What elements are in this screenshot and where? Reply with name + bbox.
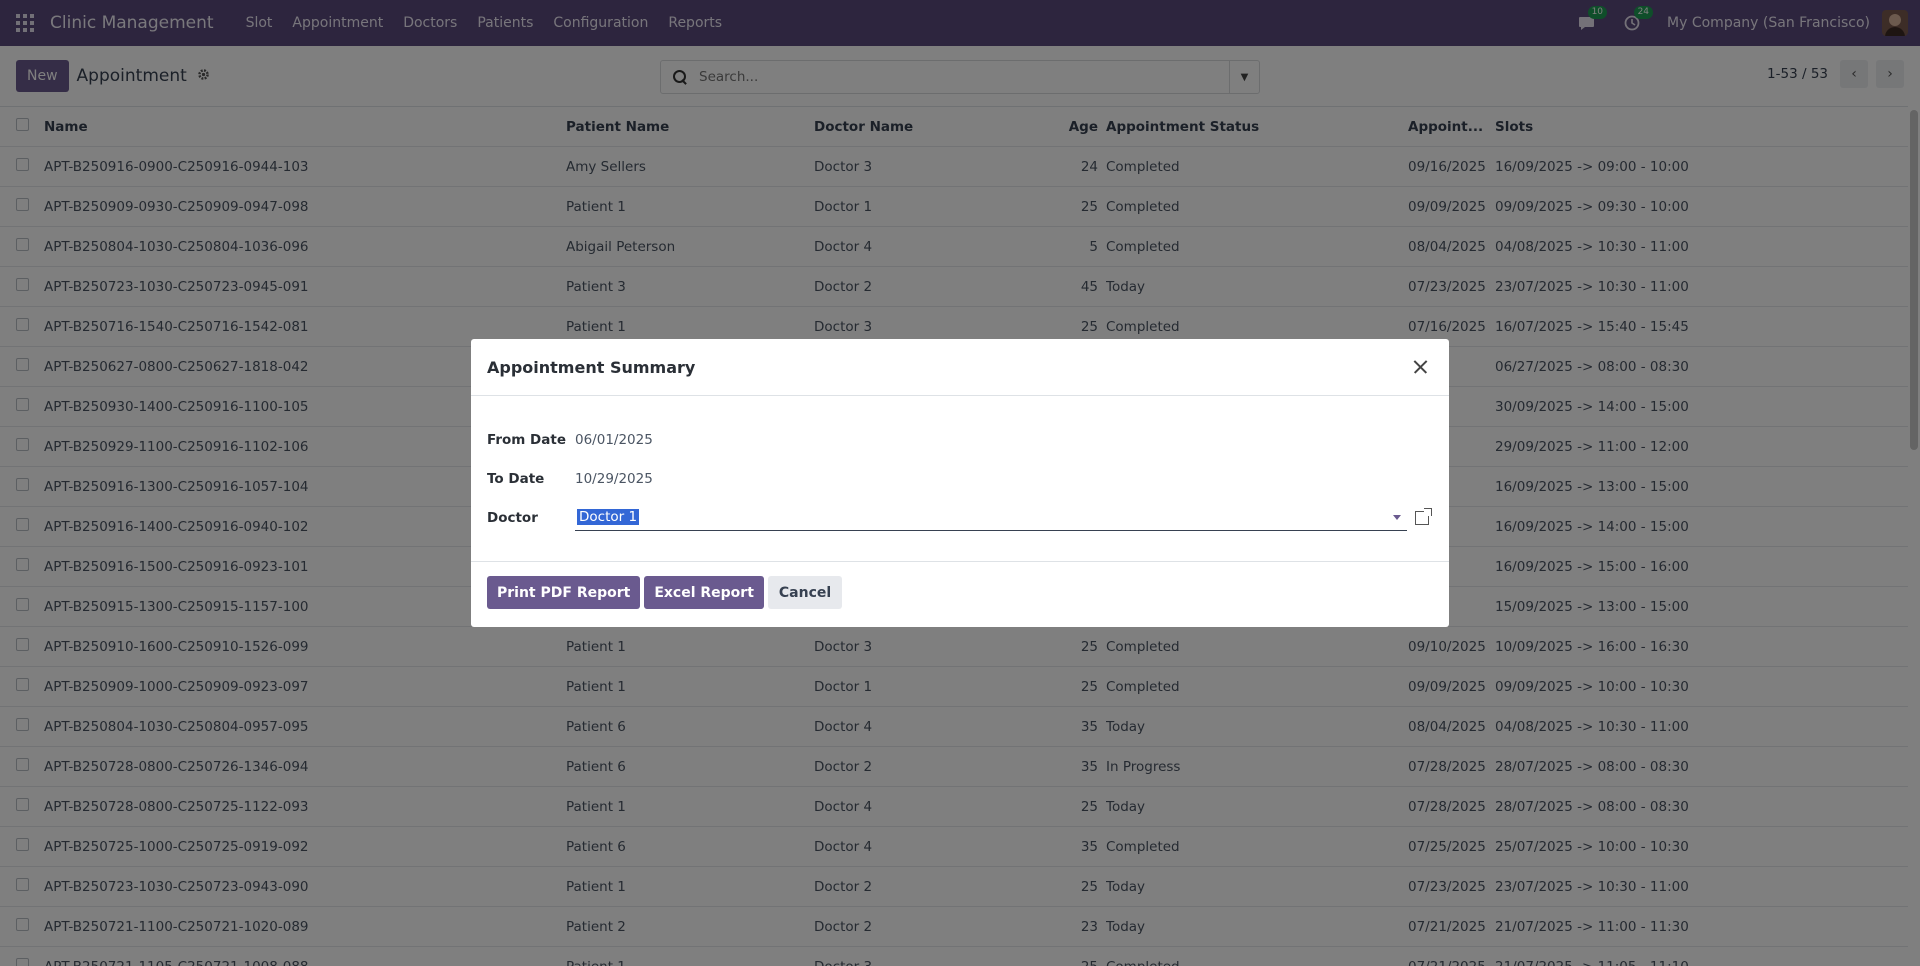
print-pdf-report-button[interactable]: Print PDF Report bbox=[487, 576, 641, 609]
doctor-select-input[interactable]: Doctor 1 bbox=[575, 505, 1407, 531]
excel-report-button[interactable]: Excel Report bbox=[644, 576, 764, 609]
from-date-label: From Date bbox=[487, 431, 566, 448]
to-date-row: To Date 10/29/2025 bbox=[487, 459, 1433, 498]
modal-footer: Print PDF Report Excel Report Cancel bbox=[471, 562, 1449, 623]
doctor-selected-value: Doctor 1 bbox=[577, 509, 640, 525]
doctor-row: Doctor Doctor 1 bbox=[487, 498, 1433, 537]
modal-header: Appointment Summary bbox=[471, 339, 1449, 396]
cancel-button[interactable]: Cancel bbox=[767, 576, 843, 609]
to-date-field[interactable]: 10/29/2025 bbox=[575, 471, 653, 487]
external-link-icon[interactable] bbox=[1415, 507, 1432, 525]
to-date-label: To Date bbox=[487, 470, 545, 487]
doctor-label: Doctor bbox=[487, 509, 538, 526]
appointment-summary-dialog: Appointment Summary From Date 06/01/2025… bbox=[471, 339, 1449, 627]
modal-body: From Date 06/01/2025 To Date 10/29/2025 … bbox=[471, 396, 1449, 562]
from-date-row: From Date 06/01/2025 bbox=[487, 420, 1433, 459]
caret-down-icon[interactable] bbox=[1393, 514, 1401, 520]
from-date-field[interactable]: 06/01/2025 bbox=[575, 432, 653, 448]
close-icon[interactable] bbox=[1409, 355, 1433, 379]
modal-title: Appointment Summary bbox=[487, 357, 696, 377]
